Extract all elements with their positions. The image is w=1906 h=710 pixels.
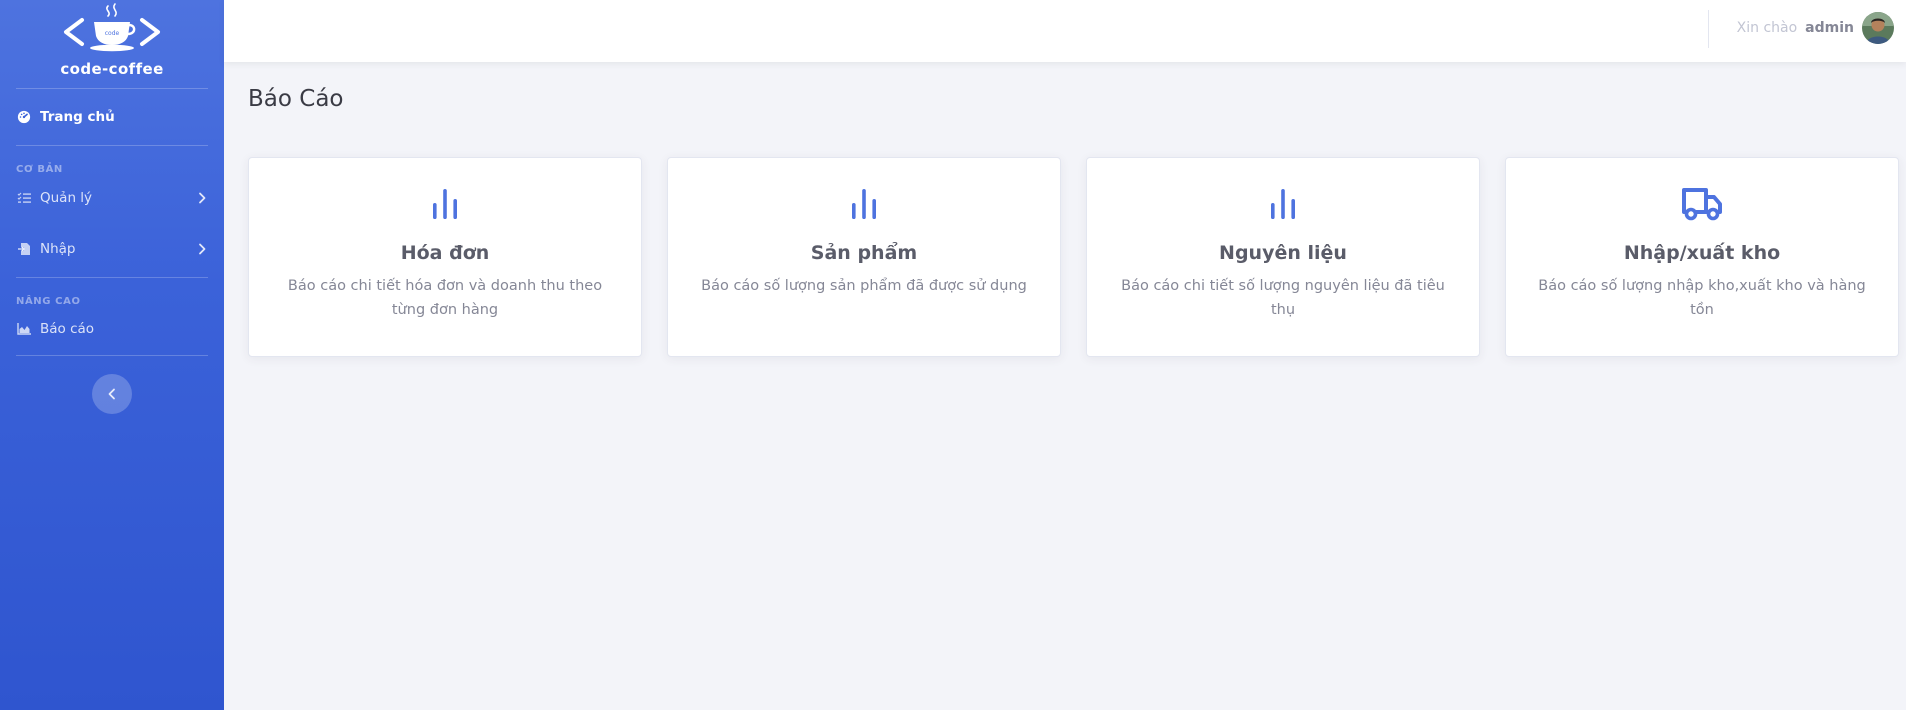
code-coffee-logo-icon: code [64, 3, 160, 52]
avatar [1862, 12, 1894, 44]
report-card-ingredient[interactable]: Nguyên liệu Báo cáo chi tiết số lượng ng… [1086, 157, 1480, 357]
card-description: Báo cáo chi tiết hóa đơn và doanh thu th… [287, 278, 603, 318]
brand[interactable]: code code-coffee [0, 0, 224, 88]
card-title: Nhập/xuất kho [1623, 242, 1781, 264]
sidebar-item-import[interactable]: Nhập [0, 221, 224, 277]
sidebar-item-manage[interactable]: Quản lý [0, 175, 224, 221]
sidebar-item-label: Quản lý [40, 190, 93, 206]
chevron-left-icon [108, 385, 116, 404]
bar-chart-icon [1261, 186, 1305, 222]
tasks-list-icon [16, 190, 32, 206]
file-import-icon [16, 241, 32, 257]
bar-chart-icon [423, 186, 467, 222]
logo-cup-text: code [105, 30, 120, 37]
sidebar-item-label: Trang chủ [40, 109, 115, 125]
sidebar-toggle-wrap [0, 374, 224, 414]
sidebar-item-report[interactable]: Báo cáo [0, 307, 224, 351]
card-description: Báo cáo chi tiết số lượng nguyên liệu đã… [1121, 278, 1445, 318]
card-title: Sản phẩm [810, 242, 918, 264]
report-card-product[interactable]: Sản phẩm Báo cáo số lượng sản phẩm đã đư… [667, 157, 1061, 357]
sidebar-item-label: Nhập [40, 241, 76, 257]
bar-chart-icon [842, 186, 886, 222]
sidebar-heading-advanced: NÂNG CAO [16, 296, 81, 307]
chevron-right-icon [198, 243, 208, 255]
sidebar-divider [16, 145, 208, 146]
card-title: Nguyên liệu [1219, 242, 1347, 264]
truck-icon [1680, 186, 1724, 222]
sidebar-divider [16, 277, 208, 278]
chevron-right-icon [198, 192, 208, 204]
sidebar-divider [16, 355, 208, 356]
greeting-text: Xin chào [1736, 20, 1798, 36]
card-title: Hóa đơn [400, 242, 490, 264]
report-card-inventory[interactable]: Nhập/xuất kho Báo cáo số lượng nhập kho,… [1505, 157, 1899, 357]
report-card-invoice[interactable]: Hóa đơn Báo cáo chi tiết hóa đơn và doan… [248, 157, 642, 357]
sidebar-item-label: Báo cáo [40, 321, 95, 337]
card-description: Báo cáo số lượng sản phẩm đã được sử dụn… [701, 278, 1027, 294]
topbar-divider [1708, 10, 1709, 48]
sidebar: code code-coffee Trang chủ CƠ BẢN Quản l… [0, 0, 224, 710]
sidebar-item-home[interactable]: Trang chủ [0, 89, 224, 145]
page-title: Báo Cáo [248, 86, 344, 112]
username: admin [1805, 20, 1854, 36]
sidebar-heading-basic: CƠ BẢN [16, 164, 63, 175]
brand-name: code-coffee [60, 60, 164, 78]
sidebar-toggle-button[interactable] [92, 374, 132, 414]
user-menu[interactable]: Xin chào admin [1737, 12, 1894, 44]
report-cards: Hóa đơn Báo cáo chi tiết hóa đơn và doan… [248, 157, 1899, 357]
card-description: Báo cáo số lượng nhập kho,xuất kho và hà… [1538, 278, 1866, 318]
area-chart-icon [16, 321, 32, 337]
topbar: Xin chào admin [224, 0, 1906, 62]
dashboard-gauge-icon [16, 109, 32, 125]
